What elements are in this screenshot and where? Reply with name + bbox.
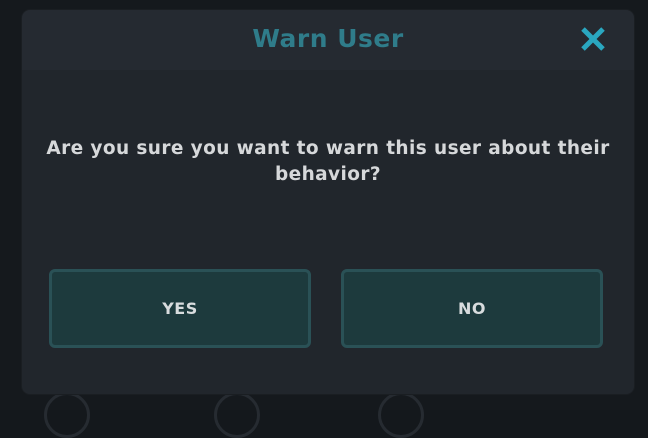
background-icon <box>214 392 260 438</box>
dialog-title: Warn User <box>252 24 404 53</box>
dialog-body: Are you sure you want to warn this user … <box>22 70 634 394</box>
background-icon <box>378 392 424 438</box>
dialog-header: Warn User <box>22 10 634 71</box>
no-button[interactable]: NO <box>341 269 603 348</box>
background-icon <box>44 392 90 438</box>
warn-user-dialog: Warn User Are you sure you want to warn … <box>22 10 634 394</box>
yes-button[interactable]: YES <box>49 269 311 348</box>
close-icon[interactable] <box>578 24 608 54</box>
dialog-message: Are you sure you want to warn this user … <box>46 138 610 185</box>
